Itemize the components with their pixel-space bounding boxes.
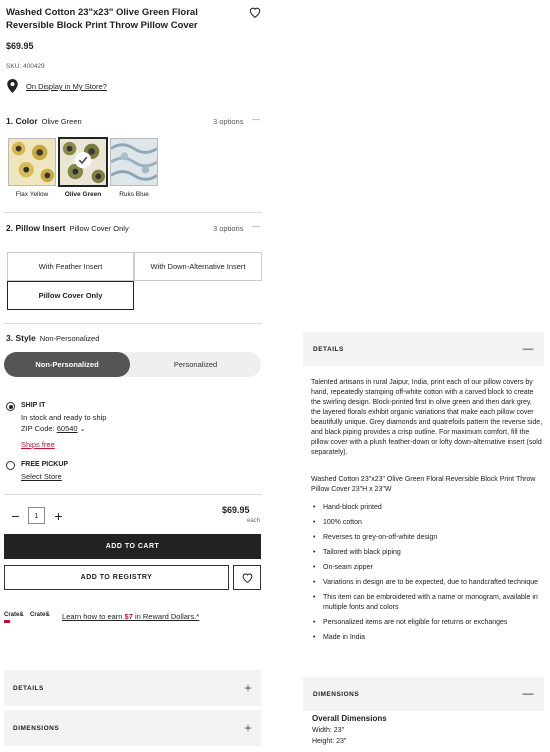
list-item: Variations in design are to be expected,… [311,578,543,588]
list-item: On-seam zipper [311,563,543,573]
list-item: Reverses to grey-on-off-white design [311,533,543,543]
swatch-label: Ruks Blue [119,191,149,198]
list-item: Hand-block printed [311,503,543,513]
list-item: Tailored with black piping [311,548,543,558]
insert-collapse-icon[interactable]: — [252,222,260,231]
minus-icon: — [522,343,534,355]
dimensions-panel-title: DIMENSIONS [313,690,360,698]
ship-status: In stock and ready to ship [21,413,107,422]
add-to-registry-button[interactable]: ADD TO REGISTRY [4,565,229,590]
wishlist-heart-icon[interactable] [248,5,262,19]
accordion-label: DETAILS [13,684,44,692]
swatch-flax-yellow[interactable] [8,138,56,186]
insert-option-down-alternative[interactable]: With Down-Alternative Insert [134,252,262,281]
swatch-label: Olive Green [64,191,102,198]
zip-code-row: ZIP Code: 60540 ⌄ [21,424,86,433]
dimension-width: Width: 23" [312,727,345,734]
list-item: This item can be embroidered with a name… [311,593,543,613]
style-selected: Non-Personalized [39,334,100,343]
divider [4,494,262,495]
qty-increase-button[interactable]: + [50,507,67,524]
product-sku: SKU: 400429 [6,63,45,70]
style-option-personalized[interactable]: Personalized [130,352,261,377]
dimensions-accordion[interactable]: DIMENSIONS + [4,710,261,746]
details-accordion[interactable]: DETAILS + [4,670,261,706]
ship-it-radio[interactable] [6,402,15,411]
free-pickup-radio[interactable] [6,461,15,470]
insert-options-count: 3 options [213,224,244,233]
divider [4,212,262,213]
details-description: Talented artisans in rural Jaipur, India… [311,379,543,456]
style-option-non-personalized[interactable]: Non-Personalized [4,352,130,377]
plus-icon: + [244,681,252,695]
accordion-label: DIMENSIONS [13,724,60,732]
details-spec: Washed Cotton 23"x23" Olive Green Floral… [311,476,536,493]
ships-free-link[interactable]: Ships free [21,440,55,449]
ship-it-label: SHIP IT [21,402,46,409]
list-item: Made in India [311,633,543,643]
qty-input[interactable]: 1 [28,507,45,524]
insert-option-feather[interactable]: With Feather Insert [7,252,134,281]
details-panel-header[interactable]: DETAILS — [303,332,544,366]
free-pickup-label: FREE PICKUP [21,461,69,468]
swatch-olive-green[interactable] [58,137,108,187]
details-bullet-list: Hand-block printed 100% cotton Reverses … [311,503,543,648]
product-price: $69.95 [6,41,34,51]
zip-code-link[interactable]: 60540 [57,424,78,433]
select-store-link[interactable]: Select Store [21,472,62,481]
zip-label: ZIP Code: [21,424,55,433]
product-title: Washed Cotton 23"x23" Olive Green Floral… [6,7,198,31]
swatch-ruks-blue[interactable] [110,138,158,186]
insert-option-cover-only[interactable]: Pillow Cover Only [7,281,134,310]
crate-card-logo: Crate& [30,612,50,618]
heart-icon [241,571,254,584]
add-to-cart-button[interactable]: ADD TO CART [4,534,261,559]
color-selected: Olive Green [41,117,82,126]
crate-card-logo: Crate& [4,612,28,630]
rewards-link[interactable]: Learn how to earn $7 in Reward Dollars.* [62,612,199,621]
divider [4,323,262,324]
unit-label: each [247,518,261,524]
swatch-label: Flax Yellow [15,191,49,198]
unit-price: $69.95 [222,505,250,515]
color-collapse-icon[interactable]: — [252,115,260,124]
location-pin-icon [7,79,18,93]
list-item: Personalized items are not eligible for … [311,618,543,628]
dimensions-panel-header[interactable]: DIMENSIONS — [303,677,544,711]
dimension-height: Height: 23" [312,738,347,745]
color-heading: 1. Color Olive Green [6,116,82,126]
registry-heart-button[interactable] [233,565,261,590]
overall-dimensions-title: Overall Dimensions [312,714,387,723]
on-display-link[interactable]: On Display in My Store? [26,82,107,91]
style-heading: 3. Style Non-Personalized [6,333,100,343]
chevron-down-icon[interactable]: ⌄ [80,426,86,433]
list-item: 100% cotton [311,518,543,528]
details-panel-title: DETAILS [313,345,344,353]
insert-heading: 2. Pillow Insert Pillow Cover Only [6,223,129,233]
color-options-count: 3 options [213,117,244,126]
qty-decrease-button[interactable]: − [7,507,24,524]
plus-icon: + [244,721,252,735]
insert-selected: Pillow Cover Only [69,224,129,233]
minus-icon: — [522,688,534,700]
